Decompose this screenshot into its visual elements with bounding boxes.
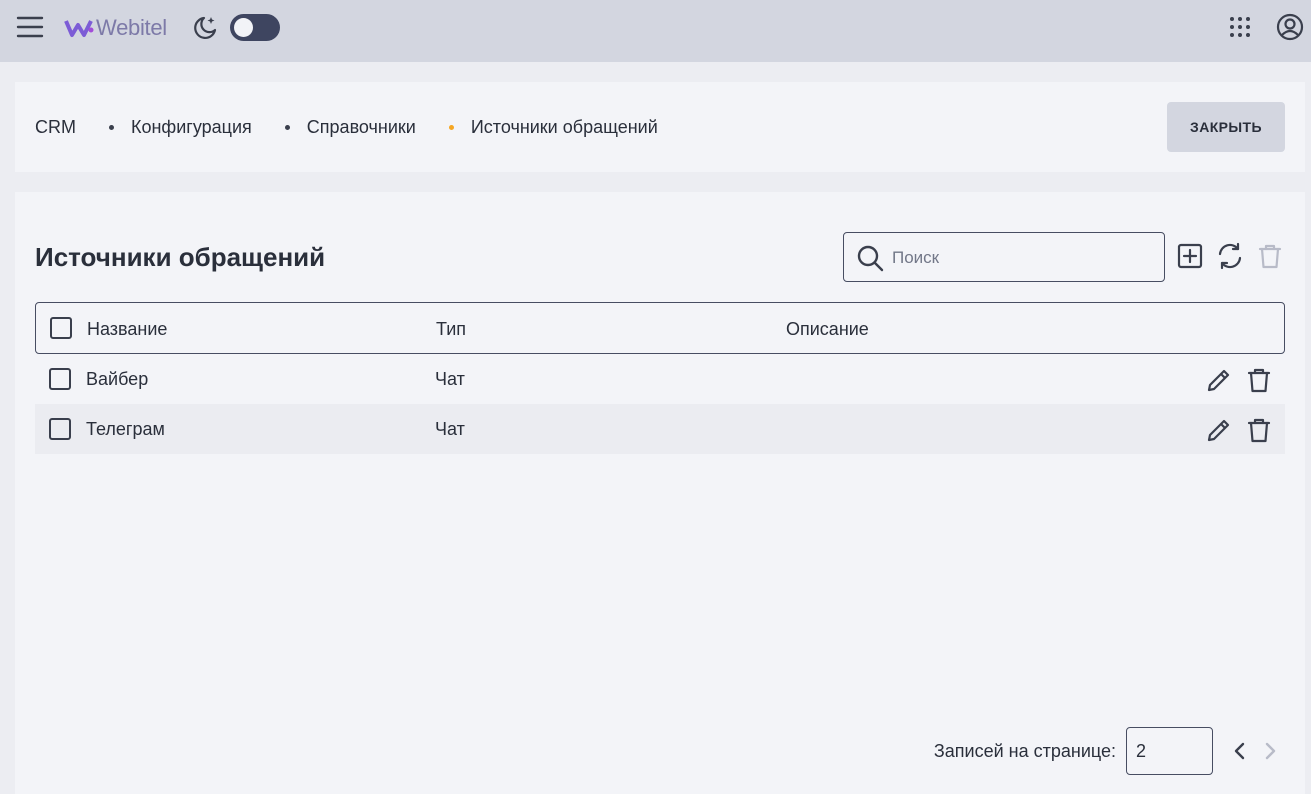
- main-panel: Источники обращений Название Тип Описани…: [15, 192, 1305, 794]
- search-field[interactable]: [843, 232, 1165, 282]
- next-page-icon[interactable]: [1255, 736, 1285, 766]
- add-icon[interactable]: [1175, 241, 1205, 271]
- column-header-type[interactable]: Тип: [436, 319, 466, 340]
- breadcrumb-item-crm[interactable]: CRM: [35, 117, 76, 138]
- edit-icon[interactable]: [1205, 366, 1233, 394]
- refresh-icon[interactable]: [1215, 241, 1245, 271]
- page-size-input[interactable]: 2: [1126, 727, 1213, 775]
- row-name: Телеграм: [86, 419, 165, 439]
- table-row[interactable]: Вайбер Чат: [35, 354, 1285, 404]
- breadcrumb-item-current: Источники обращений: [470, 117, 658, 137]
- breadcrumb-separator: [109, 125, 114, 130]
- breadcrumb-panel: CRM Конфигурация Справочники Источники о…: [15, 82, 1305, 172]
- pagination: Записей на странице: 2: [934, 726, 1285, 776]
- dark-mode-icon: [190, 14, 220, 42]
- breadcrumb-separator: [284, 125, 290, 130]
- top-bar: Webitel: [0, 0, 1311, 62]
- breadcrumb-active-dot: [448, 125, 454, 130]
- close-button[interactable]: ЗАКРЫТЬ: [1167, 102, 1285, 152]
- search-input[interactable]: [892, 245, 1152, 271]
- page-size-label: Записей на странице:: [933, 740, 1116, 761]
- logo-text: Webitel: [96, 15, 167, 40]
- delete-icon[interactable]: [1245, 366, 1273, 394]
- webitel-logo-icon: [64, 20, 94, 37]
- delete-selected-icon[interactable]: [1255, 241, 1285, 271]
- breadcrumb-item-dictionaries[interactable]: Справочники: [307, 117, 416, 138]
- row-type: Чат: [435, 369, 465, 389]
- column-header-description[interactable]: Описание: [786, 319, 869, 340]
- row-name: Вайбер: [86, 369, 149, 389]
- apps-grid-icon[interactable]: [1226, 13, 1254, 41]
- breadcrumb-item-configuration[interactable]: Конфигурация: [131, 117, 252, 138]
- theme-toggle[interactable]: [230, 14, 280, 41]
- prev-page-icon[interactable]: [1225, 736, 1255, 766]
- column-header-name[interactable]: Название: [87, 319, 167, 340]
- page-title: Источники обращений: [35, 242, 326, 272]
- search-icon[interactable]: [856, 244, 884, 272]
- row-type: Чат: [435, 419, 465, 439]
- select-all-checkbox[interactable]: [50, 317, 72, 339]
- edit-icon[interactable]: [1205, 416, 1233, 444]
- data-table: Название Тип Описание Вайбер Чат Телегра…: [35, 302, 1285, 454]
- menu-icon[interactable]: [14, 13, 46, 41]
- account-icon[interactable]: [1274, 12, 1306, 42]
- toggle-knob: [234, 18, 253, 37]
- row-checkbox[interactable]: [49, 368, 71, 390]
- table-row[interactable]: Телеграм Чат: [35, 404, 1285, 454]
- row-checkbox[interactable]: [49, 418, 71, 440]
- table-header: Название Тип Описание: [35, 302, 1285, 354]
- webitel-logo[interactable]: Webitel: [64, 14, 167, 42]
- breadcrumb: CRM Конфигурация Справочники Источники о…: [35, 117, 658, 138]
- delete-icon[interactable]: [1245, 416, 1273, 444]
